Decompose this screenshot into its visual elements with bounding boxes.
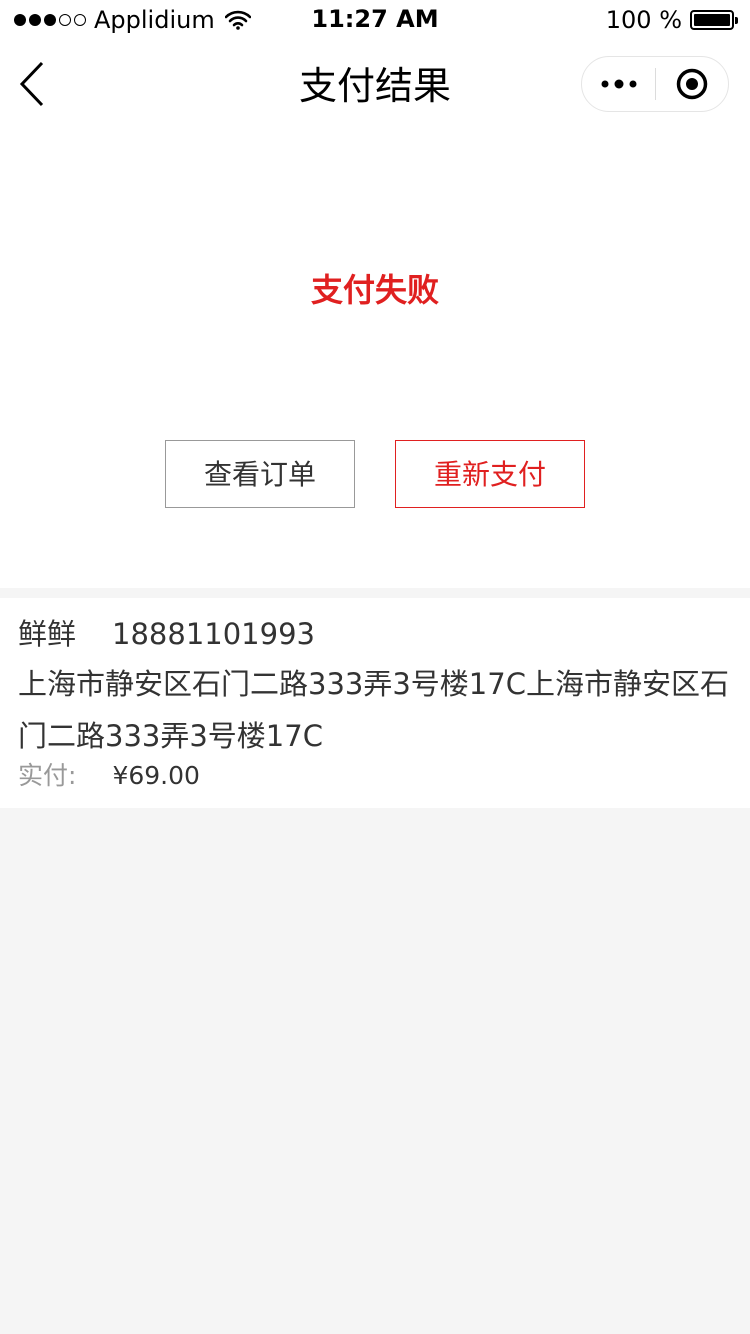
paid-label: 实付: [18, 761, 77, 790]
more-button[interactable] [582, 57, 655, 111]
navigation-bar: 支付结果 [0, 40, 750, 128]
status-bar: Applidium 11:27 AM 100 % [0, 0, 750, 40]
paid-amount-line: 实付: ¥69.00 [18, 758, 200, 794]
repay-button[interactable]: 重新支付 [395, 440, 585, 508]
battery-cap [735, 17, 738, 24]
view-order-button[interactable]: 查看订单 [165, 440, 355, 508]
battery-percentage: 100 % [605, 6, 682, 34]
menu-capsule [581, 56, 729, 112]
status-right: 100 % [605, 4, 738, 36]
payment-status-title: 支付失败 [310, 271, 439, 309]
close-target-icon [676, 68, 708, 100]
delivery-address: 上海市静安区石门二路333弄3号楼17C上海市静安区石门二路333弄3号楼17C [18, 667, 729, 753]
battery-level [694, 14, 730, 26]
payment-result-section: 支付失败 查看订单 重新支付 [0, 128, 750, 588]
contact-line: 鲜鲜 18881101993 [18, 614, 315, 654]
more-dots-icon [601, 79, 636, 89]
recipient-name: 鲜鲜 [18, 617, 77, 651]
battery-icon [690, 10, 738, 30]
order-info-card: 鲜鲜 18881101993 上海市静安区石门二路333弄3号楼17C上海市静安区… [0, 598, 750, 808]
recipient-phone: 18881101993 [112, 617, 315, 651]
close-miniprogram-button[interactable] [656, 57, 728, 111]
paid-amount: ¥69.00 [112, 761, 200, 790]
